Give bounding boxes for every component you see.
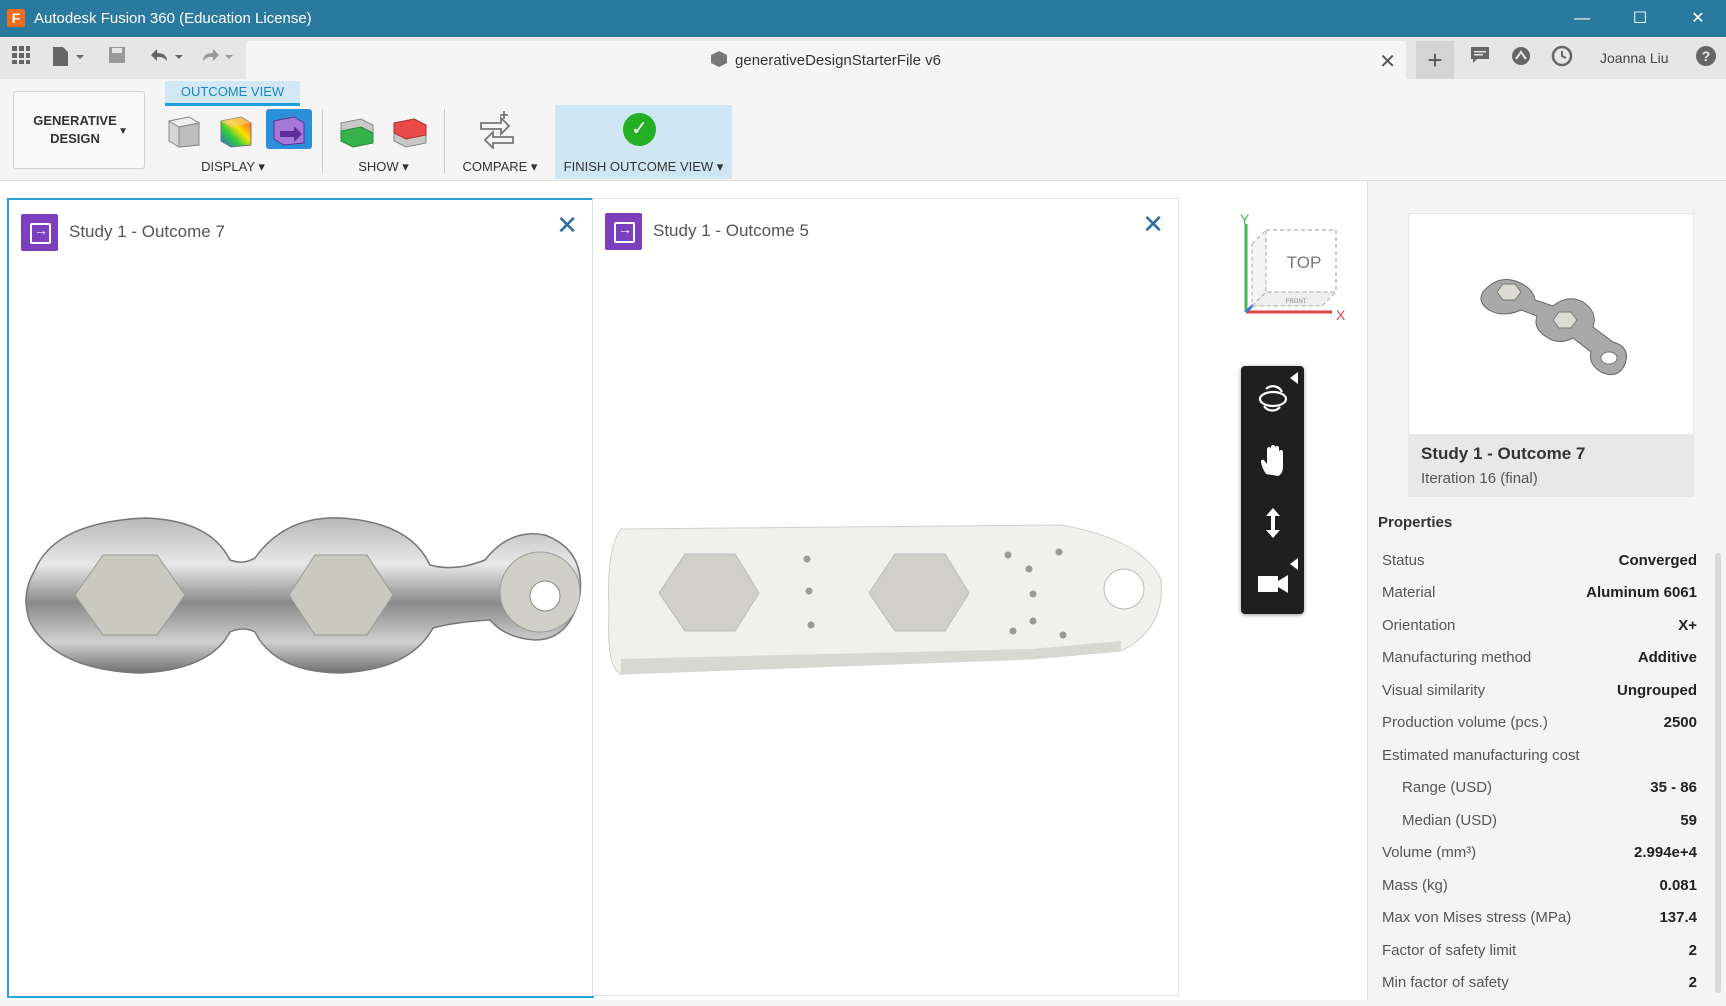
fusion-logo-icon: F [7,9,25,27]
property-volume: Volume (mm³) 2.994e+4 [1382,844,1697,861]
navigation-toolbar [1241,366,1304,614]
outcome-properties-panel: Study 1 - Outcome 7 Iteration 16 (final)… [1367,181,1726,1000]
outcome-name: Study 1 - Outcome 7 [1421,444,1586,463]
window-title: Autodesk Fusion 360 (Education License) [34,10,312,27]
redo-icon[interactable] [196,45,236,71]
ribbon-toolbar: GENERATIVE DESIGN ▼ OUTCOME VIEW DISPLAY… [0,79,1726,181]
history-clock-icon[interactable] [1547,45,1577,71]
property-cost-range: Range (USD) 35 - 86 [1402,779,1697,796]
workspace-label-line1: GENERATIVE [33,113,117,128]
tab-bar: generativeDesignStarterFile v6 ✕ + Joann… [0,37,1726,79]
close-viewport-button[interactable]: ✕ [556,210,578,241]
shaded-cube-icon [167,116,201,148]
orbit-icon [1258,385,1287,412]
comments-icon[interactable] [1465,45,1495,71]
display-outcome-button[interactable] [266,109,312,149]
outcome-icon [605,213,642,250]
job-status-icon[interactable] [1506,45,1536,71]
view-cube[interactable]: Y X TOP FRONT [1232,211,1350,324]
show-preserve-button[interactable] [337,109,377,149]
property-visual-similarity: Visual similarity Ungrouped [1382,682,1697,699]
outcome-iteration: Iteration 16 (final) [1421,470,1538,487]
check-icon: ✓ [623,113,656,146]
view-cube-icon: Y X TOP FRONT [1240,211,1346,323]
outcome-thumbnail-image [1480,279,1627,376]
svg-text:FRONT: FRONT [1286,299,1307,305]
viewport-outcome-7[interactable]: Study 1 - Outcome 7 ✕ [7,198,594,998]
workspace-switcher[interactable]: GENERATIVE DESIGN ▼ [13,91,145,169]
property-production-volume: Production volume (pcs.) 2500 [1382,714,1697,731]
viewport-outcome-5[interactable]: Study 1 - Outcome 5 ✕ [592,198,1179,996]
plate-bracket-model [608,524,1162,675]
pan-hand-icon [1260,445,1283,476]
close-viewport-button[interactable]: ✕ [1142,209,1164,240]
maximize-button[interactable]: ☐ [1614,5,1666,32]
compare-arrows-icon [480,111,514,151]
svg-text:?: ? [1702,48,1711,64]
outcome-thumbnail-card[interactable]: Study 1 - Outcome 7 Iteration 16 (final) [1408,213,1694,497]
camera-flyout-icon[interactable] [1290,558,1298,570]
property-max-stress: Max von Mises stress (MPa) 137.4 [1382,909,1697,926]
property-orientation: Orientation X+ [1382,617,1697,634]
user-account-menu[interactable]: Joanna Liu [1600,50,1669,66]
new-tab-button[interactable]: + [1416,41,1454,79]
close-tab-button[interactable]: ✕ [1379,49,1396,74]
property-mass: Mass (kg) 0.081 [1382,877,1697,894]
property-safety-limit: Factor of safety limit 2 [1382,942,1697,959]
viewport-title: Study 1 - Outcome 5 [653,221,809,240]
compare-button[interactable] [477,109,517,151]
property-material: Material Aluminum 6061 [1382,584,1697,601]
organic-bracket-model [25,517,582,674]
property-status: Status Converged [1382,552,1697,569]
svg-text:X: X [1336,307,1346,323]
properties-header: Properties [1378,514,1453,531]
property-manufacturing-method: Manufacturing method Additive [1382,649,1697,666]
properties-scrollbar[interactable] [1715,553,1721,993]
green-block-icon [340,118,374,148]
outcome-icon [21,214,58,251]
show-group-label[interactable]: SHOW ▾ [337,159,430,175]
workspace-caret-icon: ▼ [118,126,128,137]
red-block-icon [393,118,427,148]
pan-button[interactable] [1241,430,1304,492]
ribbon-separator [322,109,323,173]
svg-text:TOP: TOP [1287,253,1322,272]
stress-gradient-icon [220,116,252,148]
workspace-label-line2: DESIGN [50,131,100,146]
orbit-flyout-icon[interactable] [1290,372,1298,384]
document-cube-icon [711,51,728,67]
document-tab[interactable]: generativeDesignStarterFile v6 ✕ [246,41,1406,79]
zoom-arrows-icon [1265,508,1280,538]
file-menu-icon[interactable] [48,45,88,71]
compare-group-label[interactable]: COMPARE ▾ [455,159,545,175]
finish-outcome-view-button[interactable]: ✓ FINISH OUTCOME VIEW ▾ [555,105,732,179]
property-estimated-cost: Estimated manufacturing cost [1382,747,1580,764]
display-shaded-button[interactable] [163,109,203,149]
close-window-button[interactable]: ✕ [1672,5,1724,32]
document-title: generativeDesignStarterFile v6 [735,52,941,69]
display-group-label[interactable]: DISPLAY ▾ [163,159,303,175]
ribbon-separator [444,109,445,173]
undo-icon[interactable] [146,45,186,71]
viewport-title: Study 1 - Outcome 7 [69,222,225,241]
property-cost-median: Median (USD) 59 [1402,812,1697,829]
apps-grid-icon[interactable] [8,45,34,71]
title-bar: F Autodesk Fusion 360 (Education License… [0,0,1726,37]
display-stress-button[interactable] [215,109,255,149]
svg-text:Y: Y [1240,214,1250,227]
camera-icon [1257,575,1288,593]
help-icon[interactable]: ? [1693,45,1719,71]
save-icon[interactable] [104,45,130,71]
zoom-button[interactable] [1241,492,1304,554]
minimize-button[interactable]: — [1556,5,1608,32]
outcome-purple-icon [273,116,305,146]
tab-outcome-view[interactable]: OUTCOME VIEW [165,81,300,106]
property-min-safety: Min factor of safety 2 [1382,974,1697,991]
finish-group-label: FINISH OUTCOME VIEW ▾ [563,159,724,174]
show-obstacle-button[interactable] [390,109,430,149]
